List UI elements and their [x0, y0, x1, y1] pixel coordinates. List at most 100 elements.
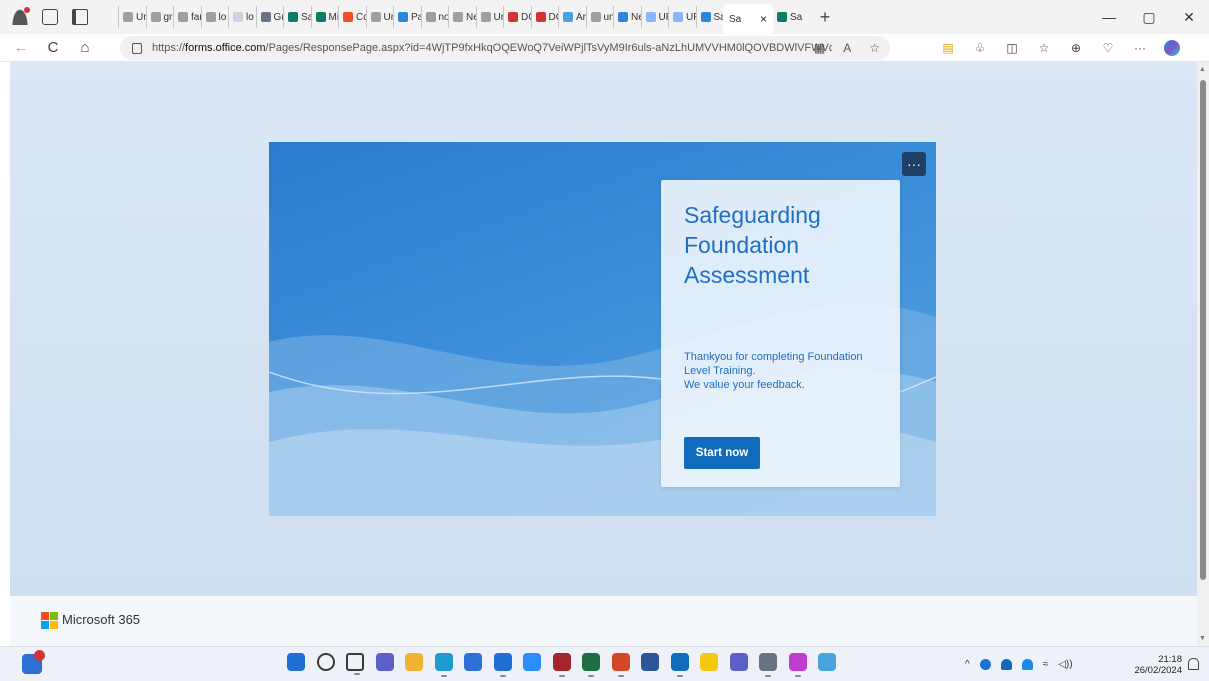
edge-icon[interactable]: [434, 653, 453, 677]
page-scrollbar[interactable]: ▲ ▼: [1197, 62, 1209, 646]
tab[interactable]: Ar: [558, 6, 586, 28]
page-info-icon[interactable]: [132, 42, 142, 54]
notifications-icon[interactable]: [1188, 658, 1199, 670]
workspaces-icon[interactable]: [42, 9, 58, 25]
tab[interactable]: UF: [668, 6, 696, 28]
settings-more-icon[interactable]: ···: [1132, 40, 1148, 56]
tab[interactable]: DC: [530, 6, 558, 28]
system-clock[interactable]: 21:18 26/02/2024: [1126, 654, 1182, 676]
scrollbar-thumb[interactable]: [1200, 80, 1206, 580]
tab[interactable]: Ur: [118, 6, 146, 28]
tab[interactable]: lo: [228, 6, 256, 28]
onedrive-2-icon[interactable]: [1021, 659, 1033, 670]
search-icon[interactable]: [316, 653, 335, 671]
tab[interactable]: Pa: [393, 6, 421, 28]
more-options-button[interactable]: ···: [902, 152, 926, 176]
tab[interactable]: far: [173, 6, 201, 28]
extension-icon[interactable]: ▤: [940, 40, 956, 56]
tab-label: un: [603, 11, 614, 23]
close-tab-icon[interactable]: ×: [760, 12, 767, 26]
copilot-icon[interactable]: [1164, 40, 1180, 56]
form-description: Thankyou for completing Foundation Level…: [684, 350, 889, 392]
onedrive-icon[interactable]: [1000, 659, 1012, 670]
excel-icon[interactable]: [582, 653, 600, 677]
tab-list: Ur gr far lo lo Gu Sa Mi Cc Ur Pa no Ne Ur DC DC Ar un Ne U…: [118, 0, 723, 34]
tab[interactable]: UF: [640, 6, 669, 28]
tab[interactable]: lo: [200, 6, 229, 28]
back-button[interactable]: ←: [10, 39, 32, 56]
volume-icon[interactable]: ◁)): [1058, 659, 1072, 670]
tab-label: gr: [163, 11, 173, 23]
tab[interactable]: un: [585, 6, 614, 28]
split-screen-icon[interactable]: ◫: [1004, 40, 1020, 56]
immersive-reader-icon[interactable]: ▦: [814, 41, 825, 55]
tab-label: UF: [658, 11, 669, 23]
profile-sl-icon[interactable]: [788, 653, 807, 677]
start-icon[interactable]: [287, 653, 305, 671]
tab[interactable]: DC: [503, 6, 531, 28]
task-view-icon[interactable]: [346, 653, 364, 675]
zoom-tray-icon[interactable]: [979, 659, 991, 670]
file-explorer-icon[interactable]: [405, 653, 423, 671]
magnifier-icon[interactable]: [818, 653, 836, 671]
extension-2-icon[interactable]: ♧: [972, 40, 988, 56]
address-bar[interactable]: https://forms.office.com/Pages/ResponseP…: [120, 36, 890, 60]
wifi-icon[interactable]: ≈: [1043, 659, 1049, 670]
tab-active[interactable]: Sa ×: [723, 4, 773, 34]
chat-icon[interactable]: [375, 653, 394, 671]
favorites-icon[interactable]: ☆: [1036, 40, 1052, 56]
start-now-button[interactable]: Start now: [684, 437, 760, 469]
tab[interactable]: Mi: [310, 6, 338, 28]
new-tab-button[interactable]: +: [815, 7, 835, 28]
scroll-up-icon[interactable]: ▲: [1199, 66, 1206, 73]
home-button[interactable]: ⌂: [74, 39, 96, 56]
widgets-icon[interactable]: [22, 650, 45, 674]
tab-favicon-icon: [178, 12, 188, 22]
collections-icon[interactable]: ⊕: [1068, 40, 1084, 56]
powerpoint-icon[interactable]: [611, 653, 630, 677]
url-text[interactable]: https://forms.office.com/Pages/ResponseP…: [152, 42, 832, 54]
tab[interactable]: no: [420, 6, 448, 28]
tab-label: Ur: [493, 11, 504, 23]
zoom-icon[interactable]: [523, 653, 541, 671]
tab[interactable]: Cc: [338, 6, 366, 28]
settings-icon[interactable]: [759, 653, 777, 677]
tab[interactable]: Sa: [283, 6, 311, 28]
scroll-down-icon[interactable]: ▼: [1199, 635, 1206, 642]
microsoft-365-brand: Microsoft 365: [62, 612, 141, 627]
word-icon[interactable]: [641, 653, 659, 671]
tab-label: Sa: [713, 11, 724, 23]
outlook-icon[interactable]: [670, 653, 689, 677]
access-icon[interactable]: [552, 653, 571, 677]
tab[interactable]: gr: [145, 6, 174, 28]
read-aloud-icon[interactable]: A: [843, 41, 851, 55]
tab-favicon-icon: [343, 12, 353, 22]
teams-icon[interactable]: [729, 653, 748, 671]
minimize-button[interactable]: —: [1089, 0, 1129, 34]
tab[interactable]: Ur: [365, 6, 393, 28]
tab[interactable]: Ne: [613, 6, 641, 28]
close-window-button[interactable]: ✕: [1169, 0, 1209, 34]
tab-actions-icon[interactable]: [72, 9, 88, 25]
tab-favicon-icon: [425, 12, 436, 22]
restore-button[interactable]: ▢: [1129, 0, 1169, 34]
tab-label: lo: [218, 11, 227, 23]
tab[interactable]: Ne: [448, 6, 476, 28]
taskbar-apps: [287, 653, 836, 677]
tab[interactable]: Sa: [773, 6, 809, 28]
favorite-star-icon[interactable]: ☆: [869, 41, 880, 55]
url-path: /Pages/ResponsePage.aspx?id=4WjTP9fxHkqO…: [265, 42, 832, 54]
store-icon[interactable]: [464, 653, 482, 671]
tab-label: Sa: [790, 11, 803, 23]
tab[interactable]: Sa: [695, 6, 724, 28]
sticky-notes-icon[interactable]: [700, 653, 718, 671]
tab-favicon-icon: [508, 12, 518, 22]
mail-icon[interactable]: [493, 653, 512, 677]
tab-favicon-icon: [590, 12, 601, 22]
tab[interactable]: Ur: [475, 6, 504, 28]
profile-icon[interactable]: [12, 7, 30, 25]
tray-overflow-icon[interactable]: ^: [965, 659, 970, 670]
performance-icon[interactable]: ♡: [1100, 40, 1116, 56]
refresh-button[interactable]: C: [42, 39, 64, 56]
tab[interactable]: Gu: [255, 6, 283, 28]
